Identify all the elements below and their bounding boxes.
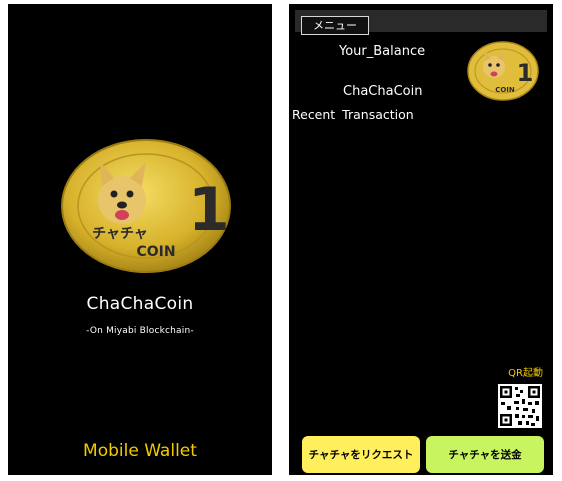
splash-screen: 1 チャチャ COIN ChaChaCoin -On Miyabi Blockc… (8, 4, 272, 475)
recent-transaction-label: Recent Transaction (292, 107, 414, 122)
splash-footer: Mobile Wallet (83, 441, 197, 461)
splash-title: ChaChaCoin (86, 294, 194, 314)
svg-text:COIN: COIN (136, 244, 175, 260)
screenshot-stage: 1 チャチャ COIN ChaChaCoin -On Miyabi Blockc… (0, 0, 562, 481)
svg-text:チャチャ: チャチャ (92, 226, 148, 242)
menu-button[interactable]: メニュー (301, 16, 369, 35)
wallet-screen: メニュー Your_Balance ChaChaCoin Recent Tran… (289, 4, 553, 475)
qr-launch-label[interactable]: QR起動 (508, 364, 543, 379)
qr-code-icon[interactable] (498, 384, 542, 428)
chachacoin-logo-icon: 1 チャチャ COIN (61, 139, 231, 273)
chachacoin-logo-icon: 1 COIN (467, 41, 539, 101)
top-bar: メニュー (295, 10, 547, 35)
svg-text:1: 1 (188, 175, 230, 245)
svg-text:COIN: COIN (495, 86, 515, 94)
send-button[interactable]: チャチャを送金 (426, 436, 544, 473)
request-button[interactable]: チャチャをリクエスト (302, 436, 420, 473)
balance-label: Your_Balance (339, 44, 426, 59)
coin-name: ChaChaCoin (343, 84, 423, 99)
svg-text:1: 1 (517, 59, 534, 87)
splash-subtitle: -On Miyabi Blockchain- (86, 326, 194, 336)
